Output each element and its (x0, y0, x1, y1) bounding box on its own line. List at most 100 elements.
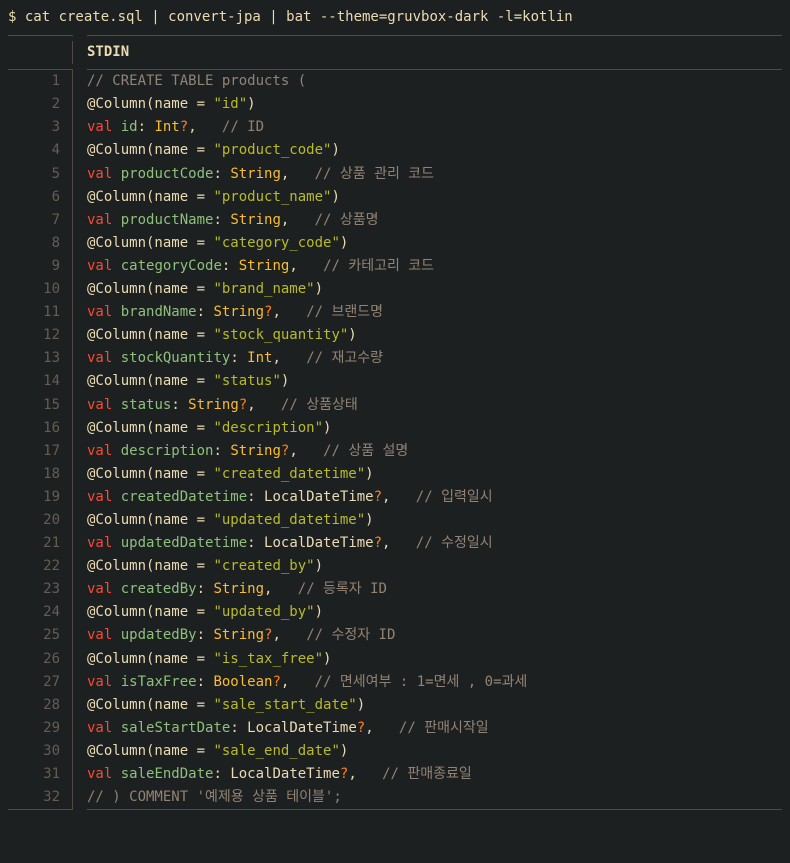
code-row: 27val isTaxFree: Boolean?, // 면세여부 : 1=면… (8, 671, 782, 694)
code-row: 15val status: String?, // 상품상태 (8, 394, 782, 417)
bat-header-row: STDIN (8, 36, 782, 69)
code-line: val status: String?, // 상품상태 (73, 394, 782, 417)
code-line: @Column(name = "updated_datetime") (73, 509, 782, 532)
line-number: 3 (8, 116, 73, 139)
code-block: 1// CREATE TABLE products (2@Column(name… (8, 70, 782, 809)
code-row: 3val id: Int?, // ID (8, 116, 782, 139)
line-number: 19 (8, 486, 73, 509)
line-number: 28 (8, 694, 73, 717)
code-line: val brandName: String?, // 브랜드명 (73, 301, 782, 324)
table-bot-rule (8, 809, 782, 810)
code-row: 5val productCode: String, // 상품 관리 코드 (8, 163, 782, 186)
line-number: 12 (8, 324, 73, 347)
code-row: 25val updatedBy: String?, // 수정자 ID (8, 624, 782, 647)
line-number: 15 (8, 394, 73, 417)
code-row: 11val brandName: String?, // 브랜드명 (8, 301, 782, 324)
code-line: val createdDatetime: LocalDateTime?, // … (73, 486, 782, 509)
command-line: $ cat create.sql | convert-jpa | bat --t… (8, 6, 782, 35)
code-row: 10@Column(name = "brand_name") (8, 278, 782, 301)
line-number: 24 (8, 601, 73, 624)
code-row: 17val description: String?, // 상품 설명 (8, 440, 782, 463)
code-row: 32// ) COMMENT '예제용 상품 테이블'; (8, 786, 782, 809)
code-line: @Column(name = "id") (73, 93, 782, 116)
line-number: 29 (8, 717, 73, 740)
code-line: val id: Int?, // ID (73, 116, 782, 139)
code-line: @Column(name = "is_tax_free") (73, 648, 782, 671)
code-line: val productCode: String, // 상품 관리 코드 (73, 163, 782, 186)
line-number: 23 (8, 578, 73, 601)
code-row: 6@Column(name = "product_name") (8, 186, 782, 209)
code-row: 2@Column(name = "id") (8, 93, 782, 116)
line-number: 26 (8, 648, 73, 671)
code-row: 8@Column(name = "category_code") (8, 232, 782, 255)
line-number: 5 (8, 163, 73, 186)
code-line: val saleEndDate: LocalDateTime?, // 판매종료… (73, 763, 782, 786)
shell-prompt: $ (8, 9, 25, 25)
line-number: 6 (8, 186, 73, 209)
code-line: val updatedBy: String?, // 수정자 ID (73, 624, 782, 647)
code-row: 29val saleStartDate: LocalDateTime?, // … (8, 717, 782, 740)
code-line: @Column(name = "brand_name") (73, 278, 782, 301)
code-line: @Column(name = "product_code") (73, 139, 782, 162)
code-row: 16@Column(name = "description") (8, 417, 782, 440)
code-row: 30@Column(name = "sale_end_date") (8, 740, 782, 763)
code-row: 24@Column(name = "updated_by") (8, 601, 782, 624)
code-row: 4@Column(name = "product_code") (8, 139, 782, 162)
code-line: @Column(name = "category_code") (73, 232, 782, 255)
line-number: 27 (8, 671, 73, 694)
line-number: 20 (8, 509, 73, 532)
code-row: 26@Column(name = "is_tax_free") (8, 648, 782, 671)
code-row: 13val stockQuantity: Int, // 재고수량 (8, 347, 782, 370)
line-number: 22 (8, 555, 73, 578)
code-row: 28@Column(name = "sale_start_date") (8, 694, 782, 717)
line-number: 18 (8, 463, 73, 486)
bat-file-label: STDIN (87, 44, 129, 60)
code-line: @Column(name = "sale_start_date") (73, 694, 782, 717)
code-line: @Column(name = "description") (73, 417, 782, 440)
line-number: 25 (8, 624, 73, 647)
code-row: 31val saleEndDate: LocalDateTime?, // 판매… (8, 763, 782, 786)
code-line: @Column(name = "status") (73, 370, 782, 393)
line-number: 31 (8, 763, 73, 786)
code-line: @Column(name = "created_by") (73, 555, 782, 578)
code-line: val productName: String, // 상품명 (73, 209, 782, 232)
line-number: 4 (8, 139, 73, 162)
code-line: val createdBy: String, // 등록자 ID (73, 578, 782, 601)
code-row: 22@Column(name = "created_by") (8, 555, 782, 578)
code-line: val updatedDatetime: LocalDateTime?, // … (73, 532, 782, 555)
code-line: @Column(name = "created_datetime") (73, 463, 782, 486)
code-row: 20@Column(name = "updated_datetime") (8, 509, 782, 532)
code-row: 18@Column(name = "created_datetime") (8, 463, 782, 486)
line-number: 21 (8, 532, 73, 555)
code-line: val stockQuantity: Int, // 재고수량 (73, 347, 782, 370)
table-top-rule (8, 35, 782, 36)
code-line: @Column(name = "sale_end_date") (73, 740, 782, 763)
line-number: 16 (8, 417, 73, 440)
line-number: 9 (8, 255, 73, 278)
line-number: 30 (8, 740, 73, 763)
line-number: 2 (8, 93, 73, 116)
line-number: 1 (8, 70, 73, 93)
code-line: // ) COMMENT '예제용 상품 테이블'; (73, 786, 782, 809)
line-number: 14 (8, 370, 73, 393)
code-line: @Column(name = "product_name") (73, 186, 782, 209)
command-text: cat create.sql | convert-jpa | bat --the… (25, 9, 573, 25)
code-row: 14@Column(name = "status") (8, 370, 782, 393)
code-row: 1// CREATE TABLE products ( (8, 70, 782, 93)
code-line: val saleStartDate: LocalDateTime?, // 판매… (73, 717, 782, 740)
code-line: val isTaxFree: Boolean?, // 면세여부 : 1=면세 … (73, 671, 782, 694)
code-row: 19val createdDatetime: LocalDateTime?, /… (8, 486, 782, 509)
code-line: val categoryCode: String, // 카테고리 코드 (73, 255, 782, 278)
code-row: 23val createdBy: String, // 등록자 ID (8, 578, 782, 601)
code-row: 7val productName: String, // 상품명 (8, 209, 782, 232)
line-number: 32 (8, 786, 73, 809)
line-number: 8 (8, 232, 73, 255)
code-line: @Column(name = "stock_quantity") (73, 324, 782, 347)
code-line: // CREATE TABLE products ( (73, 70, 782, 93)
code-row: 9val categoryCode: String, // 카테고리 코드 (8, 255, 782, 278)
code-row: 21val updatedDatetime: LocalDateTime?, /… (8, 532, 782, 555)
code-line: @Column(name = "updated_by") (73, 601, 782, 624)
line-number: 11 (8, 301, 73, 324)
code-line: val description: String?, // 상품 설명 (73, 440, 782, 463)
line-number: 17 (8, 440, 73, 463)
